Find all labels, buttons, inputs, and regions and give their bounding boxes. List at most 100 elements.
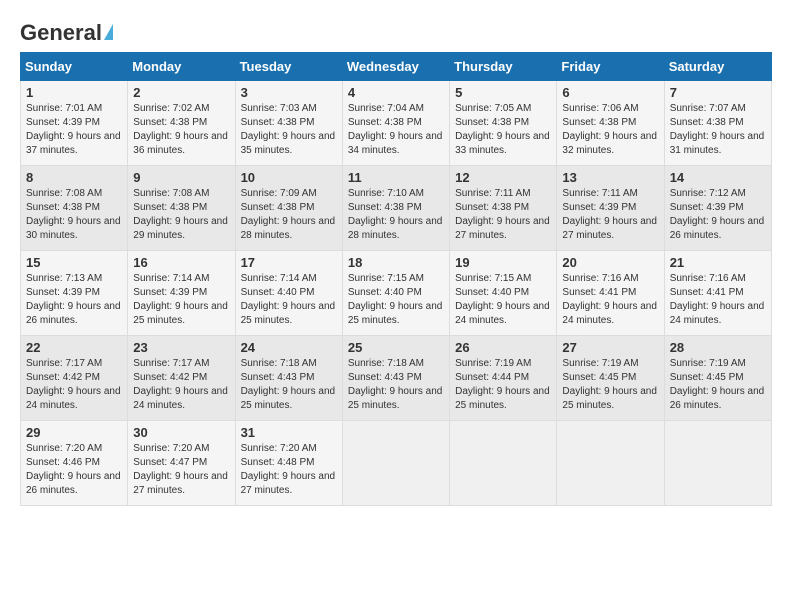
day-number: 7 [670,85,766,100]
calendar-cell: 3 Sunrise: 7:03 AMSunset: 4:38 PMDaylight… [235,81,342,166]
day-number: 16 [133,255,229,270]
calendar-cell [557,421,664,506]
day-number: 25 [348,340,444,355]
day-number: 23 [133,340,229,355]
day-number: 18 [348,255,444,270]
logo: General [20,20,113,42]
cell-info: Sunrise: 7:14 AMSunset: 4:39 PMDaylight:… [133,272,229,328]
calendar-cell: 23 Sunrise: 7:17 AMSunset: 4:42 PMDayligh… [128,336,235,421]
calendar-cell: 30 Sunrise: 7:20 AMSunset: 4:47 PMDayligh… [128,421,235,506]
cell-info: Sunrise: 7:20 AMSunset: 4:48 PMDaylight:… [241,442,337,498]
header-cell-thursday: Thursday [450,53,557,81]
calendar-cell: 1Sunrise: 7:01 AMSunset: 4:39 PMDaylight… [21,81,128,166]
cell-info: Sunrise: 7:20 AMSunset: 4:47 PMDaylight:… [133,442,229,498]
calendar-table: SundayMondayTuesdayWednesdayThursdayFrid… [20,52,772,506]
day-number: 8 [26,170,122,185]
calendar-cell: 29 Sunrise: 7:20 AMSunset: 4:46 PMDayligh… [21,421,128,506]
day-number: 4 [348,85,444,100]
cell-info: Sunrise: 7:13 AMSunset: 4:39 PMDaylight:… [26,272,122,328]
calendar-cell [450,421,557,506]
calendar-cell: 22 Sunrise: 7:17 AMSunset: 4:42 PMDayligh… [21,336,128,421]
calendar-cell: 27 Sunrise: 7:19 AMSunset: 4:45 PMDayligh… [557,336,664,421]
cell-info: Sunrise: 7:12 AMSunset: 4:39 PMDaylight:… [670,187,766,243]
cell-info: Sunrise: 7:08 AMSunset: 4:38 PMDaylight:… [133,187,229,243]
calendar-cell [664,421,771,506]
calendar-cell: 7 Sunrise: 7:07 AMSunset: 4:38 PMDaylight… [664,81,771,166]
calendar-cell: 21Sunrise: 7:16 AMSunset: 4:41 PMDayligh… [664,251,771,336]
cell-info: Sunrise: 7:16 AMSunset: 4:41 PMDaylight:… [670,272,766,328]
week-row-5: 29 Sunrise: 7:20 AMSunset: 4:46 PMDayligh… [21,421,772,506]
header: General [20,20,772,42]
cell-info: Sunrise: 7:20 AMSunset: 4:46 PMDaylight:… [26,442,122,498]
day-number: 19 [455,255,551,270]
calendar-cell: 20 Sunrise: 7:16 AMSunset: 4:41 PMDayligh… [557,251,664,336]
calendar-cell: 10 Sunrise: 7:09 AMSunset: 4:38 PMDayligh… [235,166,342,251]
week-row-1: 1Sunrise: 7:01 AMSunset: 4:39 PMDaylight… [21,81,772,166]
header-cell-monday: Monday [128,53,235,81]
calendar-cell: 15Sunrise: 7:13 AMSunset: 4:39 PMDayligh… [21,251,128,336]
calendar-cell: 8 Sunrise: 7:08 AMSunset: 4:38 PMDaylight… [21,166,128,251]
day-number: 6 [562,85,658,100]
day-number: 3 [241,85,337,100]
logo-general: General [20,20,102,46]
calendar-cell: 18 Sunrise: 7:15 AMSunset: 4:40 PMDayligh… [342,251,449,336]
cell-info: Sunrise: 7:08 AMSunset: 4:38 PMDaylight:… [26,187,122,243]
day-number: 27 [562,340,658,355]
cell-info: Sunrise: 7:17 AMSunset: 4:42 PMDaylight:… [26,357,122,413]
calendar-cell: 14 Sunrise: 7:12 AMSunset: 4:39 PMDayligh… [664,166,771,251]
header-cell-sunday: Sunday [21,53,128,81]
day-number: 14 [670,170,766,185]
cell-info: Sunrise: 7:10 AMSunset: 4:38 PMDaylight:… [348,187,444,243]
day-number: 17 [241,255,337,270]
week-row-4: 22 Sunrise: 7:17 AMSunset: 4:42 PMDayligh… [21,336,772,421]
cell-info: Sunrise: 7:11 AMSunset: 4:39 PMDaylight:… [562,187,658,243]
cell-info: Sunrise: 7:19 AMSunset: 4:45 PMDaylight:… [670,357,766,413]
cell-info: Sunrise: 7:18 AMSunset: 4:43 PMDaylight:… [241,357,337,413]
cell-info: Sunrise: 7:17 AMSunset: 4:42 PMDaylight:… [133,357,229,413]
cell-info: Sunrise: 7:04 AMSunset: 4:38 PMDaylight:… [348,102,444,158]
calendar-cell: 12Sunrise: 7:11 AMSunset: 4:38 PMDayligh… [450,166,557,251]
calendar-cell: 11 Sunrise: 7:10 AMSunset: 4:38 PMDayligh… [342,166,449,251]
cell-info: Sunrise: 7:16 AMSunset: 4:41 PMDaylight:… [562,272,658,328]
calendar-cell: 28 Sunrise: 7:19 AMSunset: 4:45 PMDayligh… [664,336,771,421]
calendar-cell: 31 Sunrise: 7:20 AMSunset: 4:48 PMDayligh… [235,421,342,506]
calendar-cell: 25 Sunrise: 7:18 AMSunset: 4:43 PMDayligh… [342,336,449,421]
day-number: 22 [26,340,122,355]
cell-info: Sunrise: 7:14 AMSunset: 4:40 PMDaylight:… [241,272,337,328]
day-number: 9 [133,170,229,185]
calendar-cell: 19Sunrise: 7:15 AMSunset: 4:40 PMDayligh… [450,251,557,336]
day-number: 13 [562,170,658,185]
header-cell-wednesday: Wednesday [342,53,449,81]
cell-info: Sunrise: 7:07 AMSunset: 4:38 PMDaylight:… [670,102,766,158]
calendar-cell: 9 Sunrise: 7:08 AMSunset: 4:38 PMDaylight… [128,166,235,251]
cell-info: Sunrise: 7:09 AMSunset: 4:38 PMDaylight:… [241,187,337,243]
week-row-2: 8 Sunrise: 7:08 AMSunset: 4:38 PMDaylight… [21,166,772,251]
day-number: 31 [241,425,337,440]
day-number: 20 [562,255,658,270]
day-number: 28 [670,340,766,355]
cell-info: Sunrise: 7:03 AMSunset: 4:38 PMDaylight:… [241,102,337,158]
calendar-cell: 6 Sunrise: 7:06 AMSunset: 4:38 PMDaylight… [557,81,664,166]
cell-info: Sunrise: 7:19 AMSunset: 4:45 PMDaylight:… [562,357,658,413]
day-number: 30 [133,425,229,440]
header-cell-saturday: Saturday [664,53,771,81]
day-number: 1 [26,85,122,100]
day-number: 12 [455,170,551,185]
day-number: 11 [348,170,444,185]
cell-info: Sunrise: 7:06 AMSunset: 4:38 PMDaylight:… [562,102,658,158]
cell-info: Sunrise: 7:18 AMSunset: 4:43 PMDaylight:… [348,357,444,413]
calendar-cell: 16 Sunrise: 7:14 AMSunset: 4:39 PMDayligh… [128,251,235,336]
calendar-cell: 13 Sunrise: 7:11 AMSunset: 4:39 PMDayligh… [557,166,664,251]
cell-info: Sunrise: 7:05 AMSunset: 4:38 PMDaylight:… [455,102,551,158]
calendar-cell: 4 Sunrise: 7:04 AMSunset: 4:38 PMDaylight… [342,81,449,166]
cell-info: Sunrise: 7:15 AMSunset: 4:40 PMDaylight:… [348,272,444,328]
calendar-cell [342,421,449,506]
calendar-cell: 2Sunrise: 7:02 AMSunset: 4:38 PMDaylight… [128,81,235,166]
day-number: 5 [455,85,551,100]
day-number: 10 [241,170,337,185]
week-row-3: 15Sunrise: 7:13 AMSunset: 4:39 PMDayligh… [21,251,772,336]
day-number: 29 [26,425,122,440]
day-number: 24 [241,340,337,355]
cell-info: Sunrise: 7:19 AMSunset: 4:44 PMDaylight:… [455,357,551,413]
header-cell-tuesday: Tuesday [235,53,342,81]
